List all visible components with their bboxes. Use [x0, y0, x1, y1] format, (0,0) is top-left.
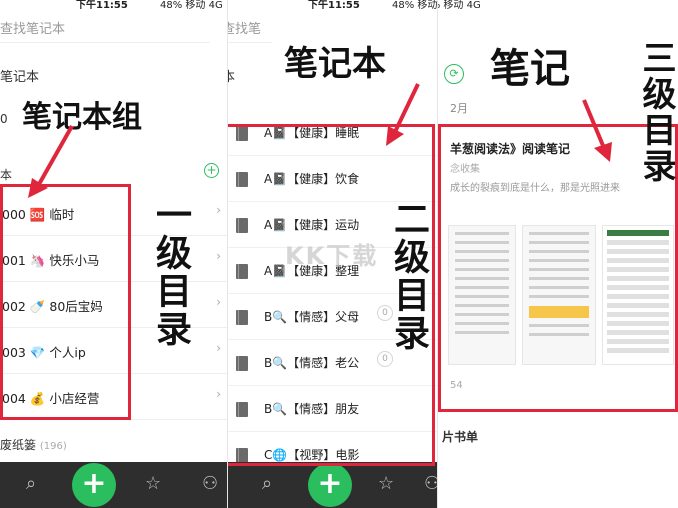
section-books: 本: [0, 168, 13, 182]
chevron-icon: ›: [216, 387, 221, 401]
red-arrow-icon: [28, 125, 74, 198]
status-time: 下午11:55: [76, 0, 128, 11]
tab-bar: ⌕ + ☆ ⚇: [0, 462, 227, 508]
annotation-level3: 三级目录: [636, 40, 676, 184]
add-note-button[interactable]: +: [308, 463, 352, 507]
status-bar: 48% 移动 4G: [438, 0, 678, 12]
trash-row[interactable]: 废纸篓 (196): [0, 436, 67, 453]
note-list-panel: 48% 移动 4G ⟳ 2月 羊葱阅读法》阅读笔记 念收集 成长的裂痕到底是什么…: [438, 0, 678, 508]
status-indicators: 48% 移动 4G: [438, 0, 481, 11]
chevron-icon: ›: [216, 249, 221, 263]
status-bar: 下午11:55 48% 移动 4G: [228, 0, 437, 12]
person-icon[interactable]: ⚇: [202, 474, 218, 494]
annotation-level2: 二级目录: [388, 200, 429, 352]
watermark: KK下载: [285, 242, 379, 270]
chevron-icon: ›: [216, 341, 221, 355]
chevron-icon: ›: [216, 203, 221, 217]
search-icon[interactable]: ⌕: [26, 474, 36, 494]
person-icon[interactable]: ⚇: [424, 474, 437, 494]
annotation-notebook: 笔记本: [284, 44, 386, 84]
sync-icon[interactable]: ⟳: [444, 64, 464, 84]
search-input[interactable]: 查找笔: [228, 17, 272, 43]
chevron-icon: ›: [216, 295, 221, 309]
section-header: 本: [228, 66, 235, 85]
add-note-button[interactable]: +: [72, 463, 116, 507]
star-icon[interactable]: ☆: [378, 474, 394, 494]
search-input[interactable]: 查找笔记本: [0, 17, 210, 43]
tab-bar: ⌕ + ☆ ⚇: [228, 462, 437, 508]
section-notebooks: 笔记本: [0, 70, 40, 85]
red-arrow-icon: [386, 83, 420, 146]
notebook-list-panel: 下午11:55 48% 移动 4G 查找笔记本 笔记本 0 本 + 000 🆘 …: [0, 0, 228, 508]
trash-count: (196): [39, 441, 67, 452]
annotation-level1: 一级目录: [150, 196, 191, 348]
footer-title: 片书单: [442, 430, 479, 444]
status-time: 下午11:55: [308, 0, 360, 11]
note-date: 2月: [450, 102, 468, 115]
red-arrow-icon: [582, 99, 612, 162]
annotation-box-level1: [0, 184, 131, 420]
section-zero: 0: [0, 112, 8, 126]
trash-label: 废纸篓: [0, 438, 37, 452]
annotation-note: 笔记: [490, 46, 570, 92]
star-icon[interactable]: ☆: [145, 474, 161, 494]
search-icon[interactable]: ⌕: [262, 474, 272, 494]
status-indicators: 48% 移动 4G: [160, 0, 223, 11]
status-bar: 下午11:55 48% 移动 4G: [0, 0, 227, 12]
add-notebook-icon[interactable]: +: [204, 163, 219, 178]
status-indicators: 48% 移动 4G: [392, 0, 438, 11]
